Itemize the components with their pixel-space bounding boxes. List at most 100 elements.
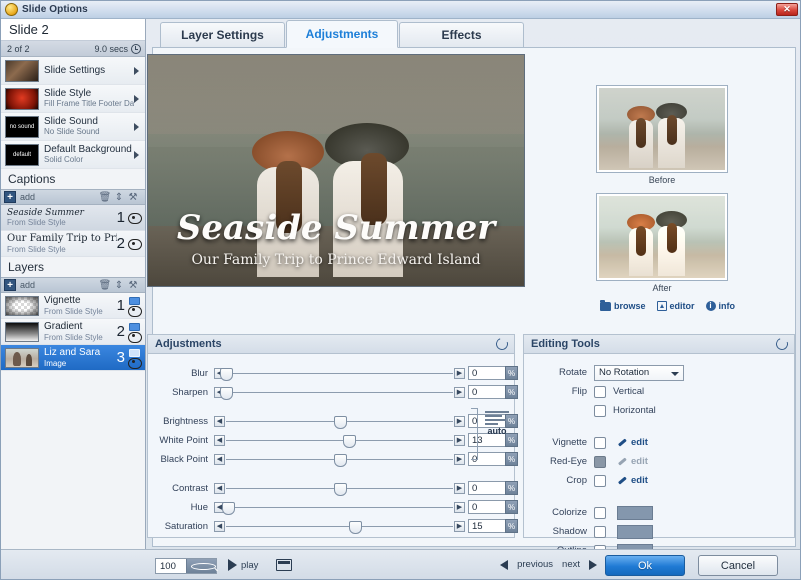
- slider-track[interactable]: [226, 521, 453, 532]
- editor-button[interactable]: editor: [657, 301, 695, 311]
- colorize-checkbox[interactable]: [594, 507, 606, 519]
- increment-button[interactable]: ▶: [454, 454, 465, 465]
- flip-horizontal-checkbox[interactable]: [594, 405, 606, 417]
- slider-knob[interactable]: [334, 454, 347, 467]
- previous-label[interactable]: previous: [517, 559, 553, 570]
- decrement-button[interactable]: ◀: [214, 483, 225, 494]
- reorder-icon[interactable]: ⇕: [112, 280, 126, 291]
- increment-button[interactable]: ▶: [454, 387, 465, 398]
- clock-icon: [131, 44, 141, 54]
- style-thumb: [5, 88, 39, 110]
- tab-layer-settings[interactable]: Layer Settings: [160, 22, 285, 47]
- decrement-button[interactable]: ◀: [214, 521, 225, 532]
- vignette-checkbox[interactable]: [594, 437, 606, 449]
- monitor-icon[interactable]: [129, 297, 140, 305]
- screen-icon[interactable]: [276, 559, 292, 571]
- crop-edit-button[interactable]: edit: [617, 475, 648, 486]
- tab-adjustments[interactable]: Adjustments: [286, 20, 398, 48]
- magnifier-icon[interactable]: [186, 559, 217, 573]
- slider-track[interactable]: [226, 416, 453, 427]
- increment-button[interactable]: ▶: [454, 416, 465, 427]
- slider-value-input[interactable]: 15 %: [468, 519, 506, 533]
- tools-icon[interactable]: ⚒: [126, 192, 140, 203]
- rotate-label: Rotate: [524, 367, 594, 378]
- sidebar-item-default-background[interactable]: default Default Background Solid Color: [1, 141, 145, 169]
- slider-knob[interactable]: [220, 368, 233, 381]
- previous-arrow-icon[interactable]: [500, 560, 508, 570]
- slider-knob[interactable]: [343, 435, 356, 448]
- caption-list-item[interactable]: Our Family Trip to Prince E From Slide S…: [1, 231, 145, 257]
- trash-icon[interactable]: 🗑: [98, 280, 112, 291]
- eye-icon[interactable]: [128, 306, 140, 315]
- monitor-icon[interactable]: [129, 323, 140, 331]
- decrement-button[interactable]: ◀: [214, 416, 225, 427]
- next-arrow-icon[interactable]: [589, 560, 597, 570]
- crop-checkbox[interactable]: [594, 475, 606, 487]
- shadow-checkbox[interactable]: [594, 526, 606, 538]
- play-button[interactable]: play: [228, 559, 258, 571]
- slider-knob[interactable]: [349, 521, 362, 534]
- increment-button[interactable]: ▶: [454, 368, 465, 379]
- slider-knob[interactable]: [334, 416, 347, 429]
- decrement-button[interactable]: ◀: [214, 435, 225, 446]
- info-button[interactable]: i info: [706, 301, 736, 311]
- slider-track[interactable]: [226, 502, 453, 513]
- slide-options-window: Slide Options ✕ Slide 2 2 of 2 9.0 secs …: [0, 0, 801, 580]
- trash-icon[interactable]: 🗑: [98, 192, 112, 203]
- reset-icon[interactable]: [774, 336, 790, 352]
- cancel-button[interactable]: Cancel: [698, 555, 778, 576]
- shadow-swatch[interactable]: [617, 525, 653, 539]
- slider-knob[interactable]: [222, 502, 235, 515]
- reset-icon[interactable]: [494, 336, 510, 352]
- row-title: Slide Style: [44, 88, 134, 99]
- eye-icon[interactable]: [128, 213, 140, 222]
- rotate-select[interactable]: No Rotation: [594, 365, 684, 381]
- slider-track[interactable]: [226, 483, 453, 494]
- layer-list-item-gradient[interactable]: Gradient From Slide Style 2: [1, 319, 145, 345]
- slider-value-input[interactable]: 0 %: [468, 385, 506, 399]
- row-title: Slide Settings: [44, 65, 134, 76]
- sidebar-item-slide-sound[interactable]: no sound Slide Sound No Slide Sound: [1, 113, 145, 141]
- slider-track[interactable]: [226, 435, 453, 446]
- slider-knob[interactable]: [220, 387, 233, 400]
- colorize-swatch[interactable]: [617, 506, 653, 520]
- add-caption-button[interactable]: +: [4, 191, 16, 203]
- eye-icon[interactable]: [128, 332, 140, 341]
- monitor-icon[interactable]: [129, 349, 140, 357]
- vignette-edit-button[interactable]: edit: [617, 437, 648, 448]
- auto-levels-button[interactable]: auto: [480, 411, 514, 436]
- flip-vertical-checkbox[interactable]: [594, 386, 606, 398]
- next-label[interactable]: next: [562, 559, 580, 570]
- auto-label: auto: [480, 426, 514, 436]
- increment-button[interactable]: ▶: [454, 502, 465, 513]
- eye-icon[interactable]: [128, 358, 140, 367]
- add-layer-button[interactable]: +: [4, 279, 16, 291]
- reorder-icon[interactable]: ⇕: [112, 192, 126, 203]
- tools-icon[interactable]: ⚒: [126, 280, 140, 291]
- zoom-input[interactable]: 100: [155, 558, 217, 574]
- caption-list-item[interactable]: Seaside Summer From Slide Style 1: [1, 205, 145, 231]
- increment-button[interactable]: ▶: [454, 435, 465, 446]
- before-thumbnail[interactable]: [596, 85, 728, 173]
- ok-button[interactable]: Ok: [605, 555, 685, 576]
- slide-preview[interactable]: Seaside Summer Our Family Trip to Prince…: [147, 54, 525, 287]
- sidebar-item-slide-settings[interactable]: Slide Settings: [1, 57, 145, 85]
- increment-button[interactable]: ▶: [454, 483, 465, 494]
- slider-track[interactable]: [226, 454, 453, 465]
- slider-track[interactable]: [226, 368, 453, 379]
- close-button[interactable]: ✕: [776, 3, 798, 16]
- decrement-button[interactable]: ◀: [214, 454, 225, 465]
- sidebar-item-slide-style[interactable]: Slide Style Fill Frame Title Footer Dark…: [1, 85, 145, 113]
- increment-button[interactable]: ▶: [454, 521, 465, 532]
- layer-list-item-liz-and-sara[interactable]: Liz and Sara Image 3: [1, 345, 145, 371]
- eye-icon[interactable]: [128, 239, 140, 248]
- slider-value-input[interactable]: 0 %: [468, 366, 506, 380]
- browse-button[interactable]: browse: [600, 301, 646, 311]
- slider-track[interactable]: [226, 387, 453, 398]
- layer-list-item-vignette[interactable]: Vignette From Slide Style 1: [1, 293, 145, 319]
- tab-effects[interactable]: Effects: [399, 22, 524, 47]
- slider-value-input[interactable]: 0 %: [468, 500, 506, 514]
- slider-knob[interactable]: [334, 483, 347, 496]
- after-thumbnail[interactable]: [596, 193, 728, 281]
- slider-value-input[interactable]: 0 %: [468, 481, 506, 495]
